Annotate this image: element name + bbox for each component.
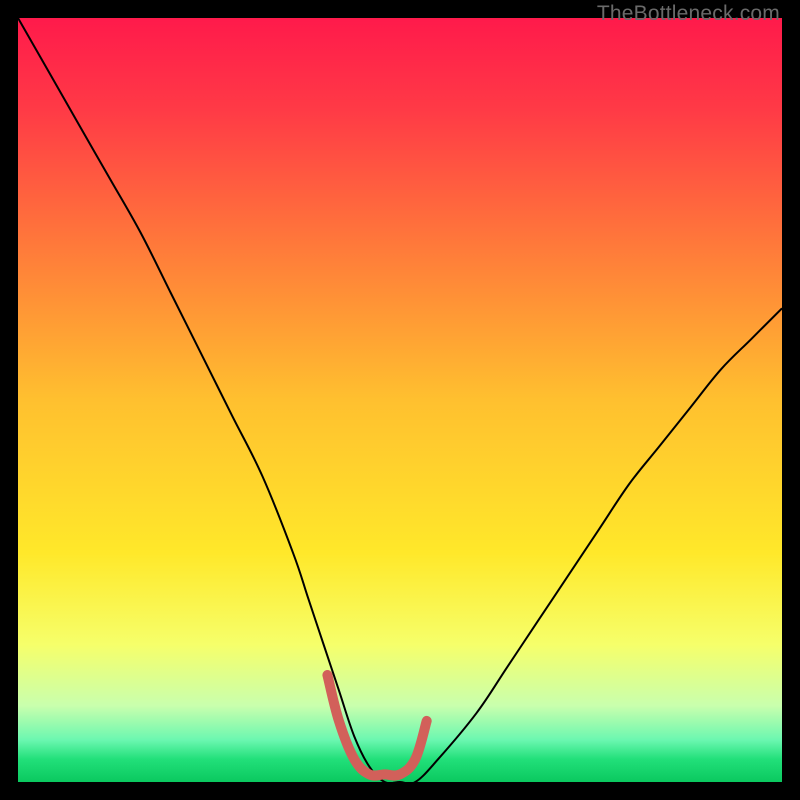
- watermark-text: TheBottleneck.com: [597, 2, 780, 26]
- bottleneck-chart: [18, 18, 782, 782]
- gradient-background: [18, 18, 782, 782]
- chart-frame: [18, 18, 782, 782]
